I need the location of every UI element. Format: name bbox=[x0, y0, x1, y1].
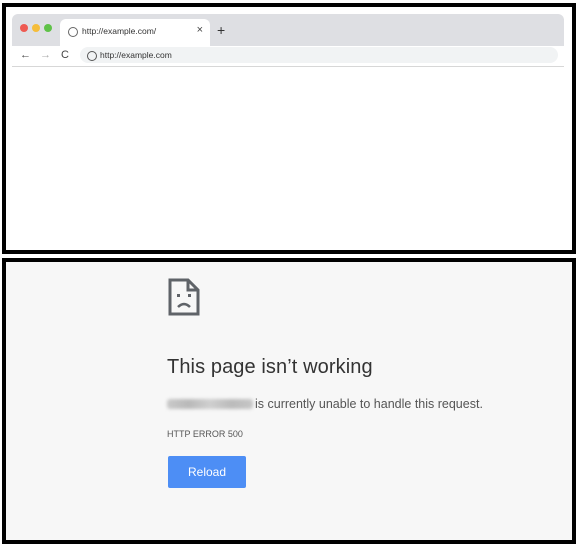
close-window-button[interactable] bbox=[20, 24, 28, 32]
tab-title: http://example.com/ bbox=[82, 26, 157, 36]
tab-close-icon[interactable]: × bbox=[197, 24, 203, 36]
tab-strip: http://example.com/ × + bbox=[12, 14, 564, 46]
browser-tab[interactable]: http://example.com/ × bbox=[60, 19, 210, 46]
sad-page-icon bbox=[168, 278, 200, 316]
error-message-line: is currently unable to handle this reque… bbox=[167, 397, 483, 411]
reload-icon[interactable]: C bbox=[61, 49, 69, 61]
forward-icon[interactable]: → bbox=[40, 49, 51, 61]
error-title: This page isn’t working bbox=[167, 356, 373, 378]
maximize-window-button[interactable] bbox=[44, 24, 52, 32]
browser-toolbar: ← → C http://example.com bbox=[12, 46, 564, 67]
address-bar[interactable]: http://example.com bbox=[80, 47, 558, 63]
error-page: This page isn’t working is currently una… bbox=[2, 258, 576, 544]
back-icon[interactable]: ← bbox=[20, 49, 31, 61]
globe-icon bbox=[68, 27, 78, 37]
browser-window: http://example.com/ × + ← → C http://exa… bbox=[2, 3, 576, 254]
blurred-domain bbox=[167, 399, 253, 409]
error-code: HTTP ERROR 500 bbox=[167, 429, 243, 439]
info-icon[interactable] bbox=[87, 50, 97, 61]
address-url[interactable]: http://example.com bbox=[100, 50, 172, 60]
new-tab-button[interactable]: + bbox=[217, 23, 225, 37]
minimize-window-button[interactable] bbox=[32, 24, 40, 32]
error-message: is currently unable to handle this reque… bbox=[255, 397, 483, 411]
reload-button[interactable]: Reload bbox=[168, 456, 246, 488]
